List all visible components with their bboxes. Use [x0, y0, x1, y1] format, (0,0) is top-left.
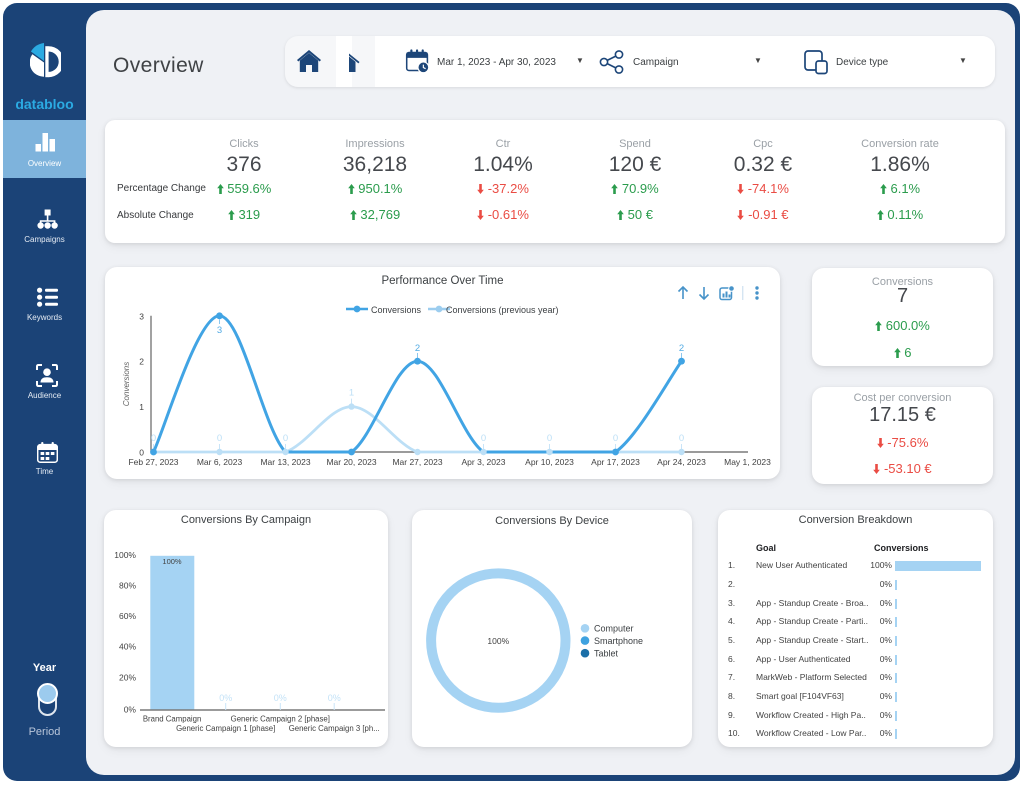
- svg-text:2: 2: [415, 343, 420, 354]
- svg-text:100%: 100%: [114, 550, 136, 560]
- svg-text:Feb 27, 2023: Feb 27, 2023: [128, 457, 178, 467]
- svg-text:0: 0: [151, 433, 156, 444]
- svg-text:1: 1: [349, 388, 354, 399]
- svg-text:0: 0: [547, 433, 552, 444]
- svg-text:Generic Campaign 3 [ph...: Generic Campaign 3 [ph...: [289, 724, 380, 733]
- svg-text:3: 3: [217, 325, 222, 336]
- svg-text:1: 1: [139, 402, 144, 412]
- svg-text:0: 0: [139, 448, 144, 458]
- svg-text:0%: 0%: [124, 704, 137, 714]
- svg-text:80%: 80%: [119, 580, 136, 590]
- svg-text:0%: 0%: [274, 693, 287, 703]
- svg-text:0: 0: [283, 433, 288, 444]
- svg-text:100%: 100%: [162, 557, 182, 566]
- svg-text:100%: 100%: [487, 636, 509, 646]
- svg-text:Apr 3, 2023: Apr 3, 2023: [462, 457, 506, 467]
- svg-text:Brand Campaign: Brand Campaign: [143, 715, 202, 724]
- svg-text:Generic Campaign 2 [phase]: Generic Campaign 2 [phase]: [231, 715, 330, 724]
- svg-text:Smartphone: Smartphone: [594, 636, 643, 646]
- svg-text:20%: 20%: [119, 673, 136, 683]
- svg-text:Tablet: Tablet: [594, 648, 619, 658]
- svg-text:0%: 0%: [219, 693, 232, 703]
- svg-text:2: 2: [679, 343, 684, 354]
- svg-text:Mar 27, 2023: Mar 27, 2023: [392, 457, 442, 467]
- svg-text:Apr 24, 2023: Apr 24, 2023: [657, 457, 706, 467]
- svg-text:0%: 0%: [328, 693, 341, 703]
- svg-text:40%: 40%: [119, 642, 136, 652]
- svg-text:0: 0: [679, 433, 684, 444]
- svg-text:60%: 60%: [119, 611, 136, 621]
- svg-text:Apr 10, 2023: Apr 10, 2023: [525, 457, 574, 467]
- svg-text:Mar 20, 2023: Mar 20, 2023: [326, 457, 376, 467]
- svg-text:Mar 6, 2023: Mar 6, 2023: [197, 457, 243, 467]
- svg-text:May 1, 2023: May 1, 2023: [724, 457, 771, 467]
- svg-text:0: 0: [613, 433, 618, 444]
- svg-text:2: 2: [139, 357, 144, 367]
- svg-text:0: 0: [217, 433, 222, 444]
- svg-text:Conversions: Conversions: [122, 362, 131, 406]
- svg-text:3: 3: [139, 311, 144, 321]
- svg-text:0: 0: [481, 433, 486, 444]
- svg-text:Apr 17, 2023: Apr 17, 2023: [591, 457, 640, 467]
- svg-text:Mar 13, 2023: Mar 13, 2023: [260, 457, 310, 467]
- svg-text:Generic Campaign 1 [phase]: Generic Campaign 1 [phase]: [176, 724, 275, 733]
- svg-text:Computer: Computer: [594, 624, 634, 634]
